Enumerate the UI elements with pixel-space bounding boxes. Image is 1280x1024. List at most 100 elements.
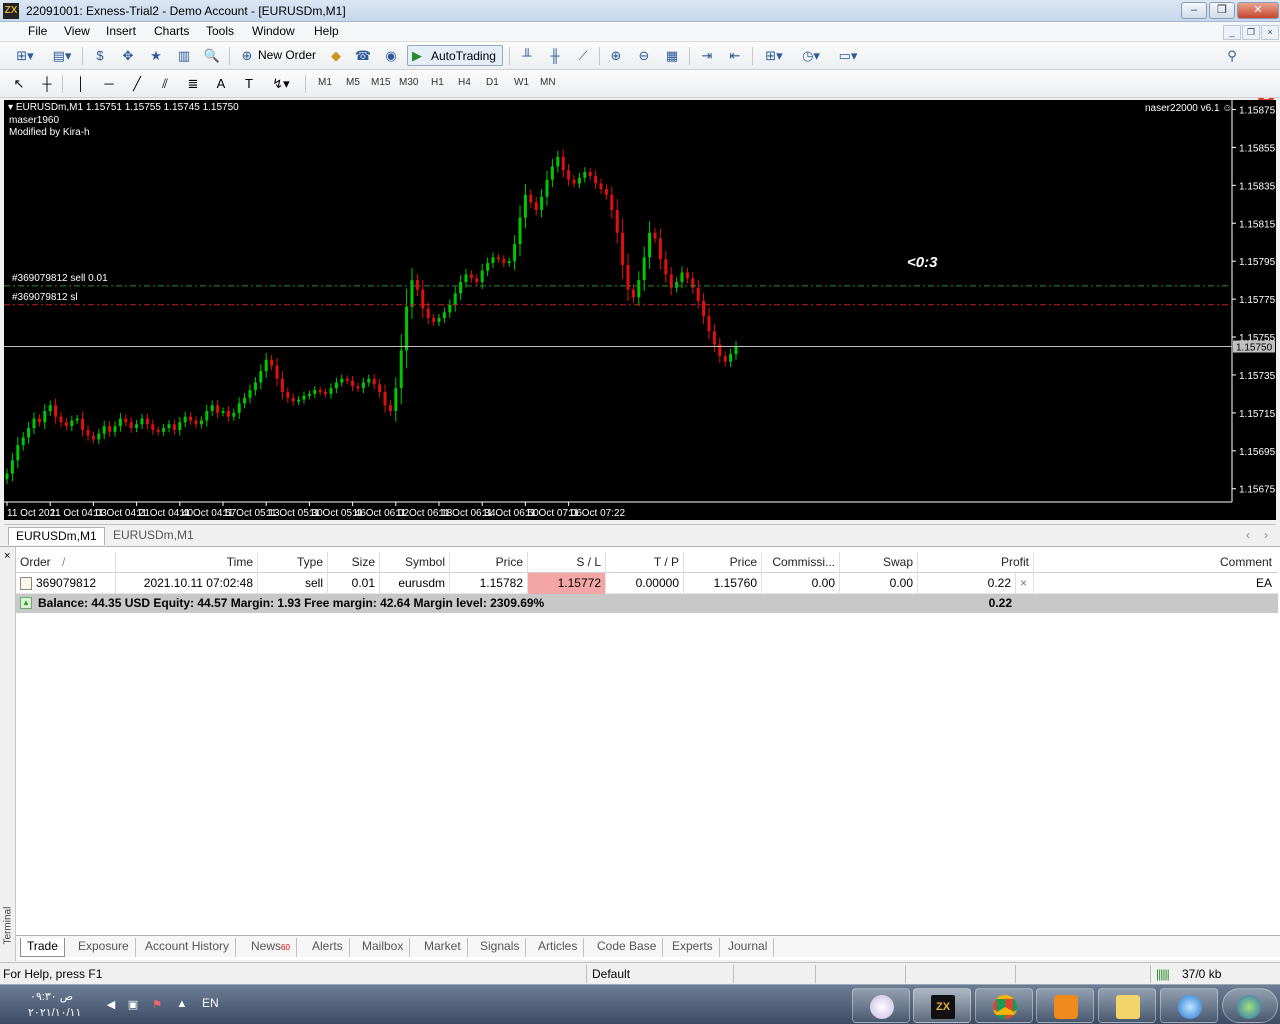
col-comment[interactable]: Comment	[1034, 552, 1276, 573]
autotrading-button[interactable]: ▶ AutoTrading	[407, 45, 503, 66]
menu-tools[interactable]: Tools	[203, 24, 237, 38]
zoom-in-icon[interactable]: ⊕	[605, 46, 627, 66]
periods-icon[interactable]: ◷▾	[796, 46, 826, 66]
col-price[interactable]: Price	[450, 552, 528, 573]
zoom-out-icon[interactable]: ⊖	[633, 46, 655, 66]
metaeditor-icon[interactable]: ◆	[325, 46, 347, 66]
tab-articles[interactable]: Articles	[532, 938, 585, 957]
text-label-icon[interactable]: T	[238, 74, 260, 94]
tab-alerts[interactable]: Alerts	[306, 938, 350, 957]
trendline-icon[interactable]: ╱	[126, 74, 148, 94]
profiles-icon[interactable]: ▤▾	[47, 46, 77, 66]
taskbar-ie[interactable]	[1160, 988, 1218, 1023]
horizontal-line-icon[interactable]: ─	[98, 74, 120, 94]
vps-icon[interactable]: ◉	[380, 46, 402, 66]
auto-scroll-icon[interactable]: ⇤	[724, 46, 746, 66]
timeframe-m30[interactable]: M30	[399, 77, 418, 88]
tab-exposure[interactable]: Exposure	[72, 938, 136, 957]
close-order-icon[interactable]: ×	[1016, 573, 1034, 594]
minimize-button[interactable]: ‒	[1181, 2, 1207, 19]
new-order-button[interactable]: New Order	[258, 48, 316, 62]
menu-charts[interactable]: Charts	[151, 24, 192, 38]
mdi-minimize-icon[interactable]: _	[1223, 25, 1241, 40]
col-order[interactable]: Order /	[16, 552, 116, 573]
taskbar-explorer[interactable]	[1098, 988, 1156, 1023]
bar-chart-icon[interactable]: ╨	[516, 46, 538, 66]
col-size[interactable]: Size	[328, 552, 380, 573]
timeframe-m15[interactable]: M15	[371, 77, 390, 88]
cursor-icon[interactable]: ↖	[8, 74, 30, 94]
arrows-icon[interactable]: ↯▾	[266, 74, 296, 94]
tab-experts[interactable]: Experts	[666, 938, 720, 957]
close-button[interactable]: ✕	[1237, 2, 1279, 19]
taskbar-paint[interactable]	[852, 988, 910, 1023]
tab-code-base[interactable]: Code Base	[591, 938, 664, 957]
tab-market[interactable]: Market	[418, 938, 468, 957]
terminal-close-icon[interactable]: ×	[4, 550, 10, 562]
order-stop-loss[interactable]: 1.15772	[528, 573, 606, 594]
col-current-price[interactable]: Price	[684, 552, 762, 573]
col-type[interactable]: Type	[258, 552, 328, 573]
table-row[interactable]: 369079812 2021.10.11 07:02:48 sell 0.01 …	[16, 573, 1278, 594]
candlestick-icon[interactable]: ╫	[544, 46, 566, 66]
col-profit[interactable]: Profit	[918, 552, 1034, 573]
timeframe-m1[interactable]: M1	[318, 77, 332, 88]
col-take-profit[interactable]: T / P	[606, 552, 684, 573]
col-commission[interactable]: Commissi...	[762, 552, 840, 573]
chart-tab-2[interactable]: EURUSDm,M1	[106, 527, 201, 545]
expert-advisor-label[interactable]: naser22000 v6.1 ☺	[1145, 103, 1233, 114]
mdi-close-icon[interactable]: ×	[1261, 25, 1279, 40]
taskbar-metatrader[interactable]: ZX	[913, 988, 971, 1023]
tab-account-history[interactable]: Account History	[139, 938, 237, 957]
tile-windows-icon[interactable]: ▦	[661, 46, 683, 66]
tab-scroll-left-icon[interactable]: ‹	[1246, 528, 1250, 542]
menu-view[interactable]: View	[61, 24, 93, 38]
menu-window[interactable]: Window	[249, 24, 298, 38]
tab-news[interactable]: News60	[245, 938, 297, 957]
timeframe-m5[interactable]: M5	[346, 77, 360, 88]
tab-mailbox[interactable]: Mailbox	[356, 938, 411, 957]
tab-trade[interactable]: Trade	[20, 938, 65, 957]
start-button[interactable]	[1222, 988, 1278, 1023]
language-indicator[interactable]: EN	[202, 996, 219, 1010]
fibonacci-icon[interactable]: ≣	[182, 74, 204, 94]
timeframe-h4[interactable]: H4	[458, 77, 471, 88]
col-symbol[interactable]: Symbol	[380, 552, 450, 573]
tab-scroll-right-icon[interactable]: ›	[1264, 528, 1268, 542]
navigator-icon[interactable]: ★	[145, 46, 167, 66]
chart-tab-active[interactable]: EURUSDm,M1	[8, 527, 105, 545]
tab-journal[interactable]: Journal	[722, 938, 775, 957]
menu-insert[interactable]: Insert	[103, 24, 139, 38]
strategy-tester-icon[interactable]: 🔍	[201, 46, 223, 66]
timeframe-d1[interactable]: D1	[486, 77, 499, 88]
price-chart[interactable]: 1.15875 1.15855 1.15835 1.15815 1.15795 1.157…	[4, 100, 1276, 520]
chart-shift-icon[interactable]: ⇥	[696, 46, 718, 66]
vertical-line-icon[interactable]: │	[70, 74, 92, 94]
col-time[interactable]: Time	[116, 552, 258, 573]
market-watch-icon[interactable]: $	[89, 46, 111, 66]
volume-icon[interactable]: ◀	[104, 998, 118, 1012]
terminal-icon[interactable]: ▥	[173, 46, 195, 66]
crosshair-icon[interactable]: ┼	[36, 74, 58, 94]
channel-icon[interactable]: ⫽	[154, 74, 176, 94]
templates-icon[interactable]: ▭▾	[833, 46, 863, 66]
mdi-restore-icon[interactable]: ❐	[1242, 25, 1260, 40]
indicators-icon[interactable]: ⊞▾	[759, 46, 789, 66]
network-icon[interactable]: ▣	[126, 998, 140, 1012]
action-center-icon[interactable]: ⚑	[150, 998, 164, 1012]
new-order-icon[interactable]: ⊕	[236, 46, 258, 66]
new-chart-icon[interactable]: ⊞▾	[10, 46, 40, 66]
menu-file[interactable]: File	[25, 24, 50, 38]
data-window-icon[interactable]: ✥	[117, 46, 139, 66]
line-chart-icon[interactable]: ⟋	[572, 46, 594, 66]
taskbar-media[interactable]	[1036, 988, 1094, 1023]
col-stop-loss[interactable]: S / L	[528, 552, 606, 573]
menu-help[interactable]: Help	[311, 24, 342, 38]
show-hidden-icons[interactable]: ▲	[175, 998, 189, 1012]
order-take-profit[interactable]: 0.00000	[606, 573, 684, 594]
text-tool-icon[interactable]: A	[210, 74, 232, 94]
tab-signals[interactable]: Signals	[474, 938, 527, 957]
search-icon[interactable]: ⚲	[1221, 46, 1243, 66]
col-swap[interactable]: Swap	[840, 552, 918, 573]
taskbar-chrome[interactable]	[975, 988, 1033, 1023]
